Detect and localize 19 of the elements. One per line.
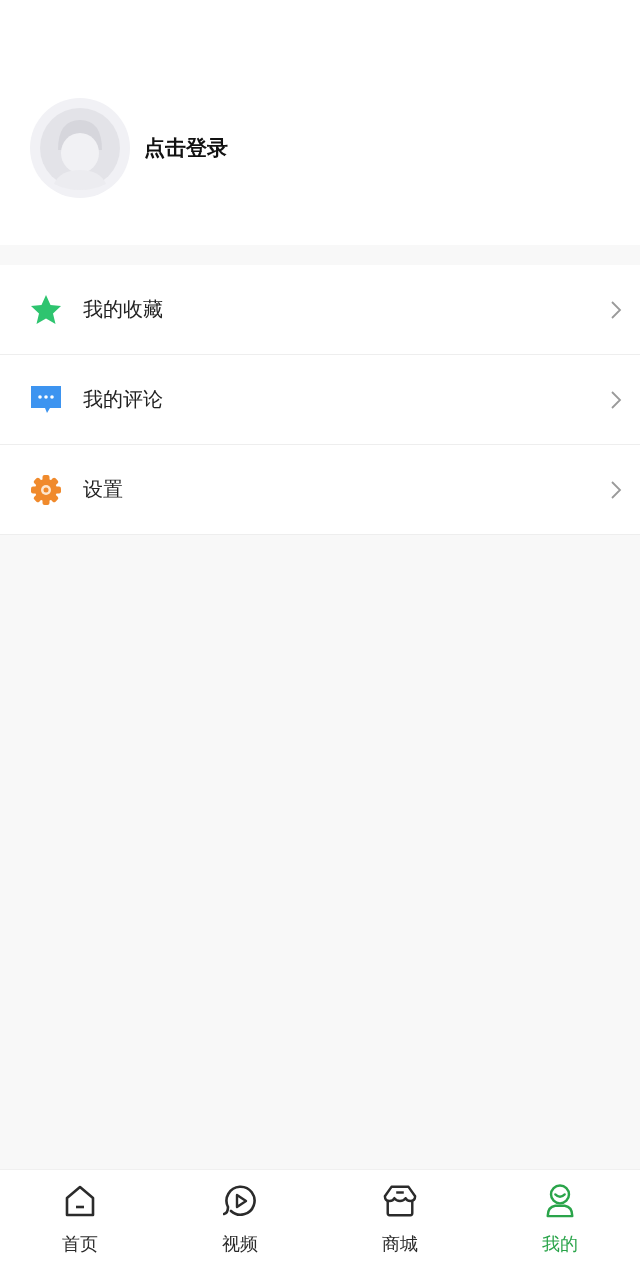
home-icon <box>63 1184 97 1218</box>
chevron-right-icon <box>610 479 622 500</box>
tab[interactable]: 视频 <box>160 1170 320 1277</box>
tab[interactable]: 商城 <box>320 1170 480 1277</box>
star-icon <box>30 293 62 326</box>
play-bubble-icon <box>223 1184 257 1218</box>
gear-icon <box>30 473 62 506</box>
shop-icon <box>383 1184 417 1218</box>
menu-item[interactable]: 我的收藏 <box>0 265 640 355</box>
menu-item[interactable]: 设置 <box>0 445 640 535</box>
tab[interactable]: 首页 <box>0 1170 160 1277</box>
menu-item[interactable]: 我的评论 <box>0 355 640 445</box>
menu-label: 设置 <box>83 476 124 503</box>
chevron-right-icon <box>610 389 622 410</box>
menu-label: 我的评论 <box>83 386 164 413</box>
avatar-icon[interactable] <box>30 97 130 198</box>
chevron-right-icon <box>610 299 622 320</box>
menu-label: 我的收藏 <box>83 296 164 323</box>
login-link[interactable]: 点击登录 <box>144 133 228 162</box>
